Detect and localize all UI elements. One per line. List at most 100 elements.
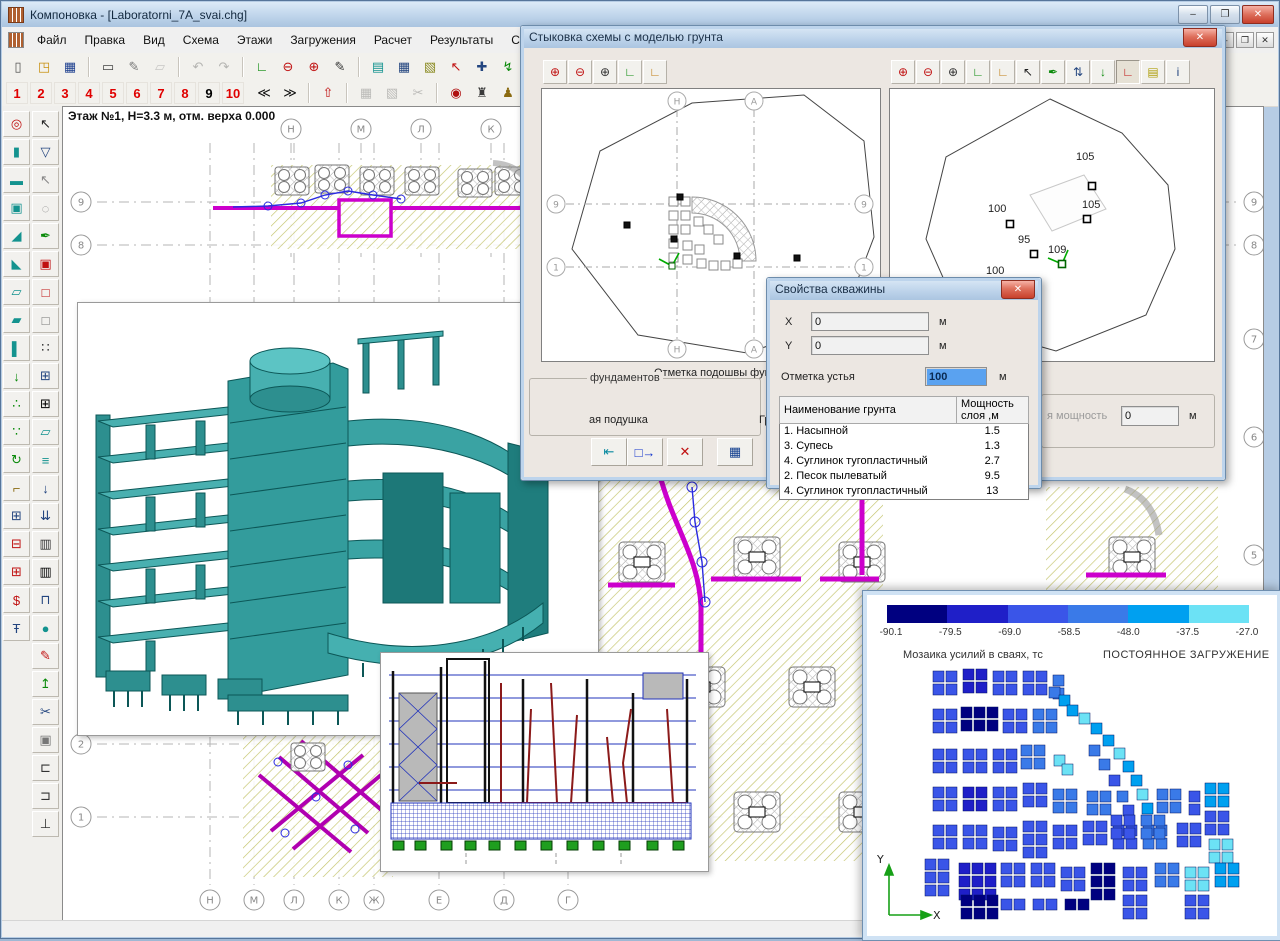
formwork-icon[interactable]: ♜ (470, 81, 494, 105)
four-squares-icon[interactable]: ∷ (32, 335, 59, 361)
lasso-icon[interactable]: ◌ (32, 195, 59, 221)
floor-button[interactable]: 10 (222, 82, 244, 104)
table-results-icon[interactable]: ⊟ (3, 531, 30, 557)
y-field[interactable] (811, 336, 929, 355)
grid-add-icon[interactable]: ▦ (354, 81, 378, 105)
select-icon[interactable]: ↖ (1016, 60, 1040, 84)
zoom-in-icon[interactable]: ⊕ (302, 55, 326, 79)
zoom-extents-icon[interactable]: ⊕ (941, 60, 965, 84)
redo-icon[interactable]: ↷ (212, 55, 236, 79)
pile-forces-window[interactable]: -90.1-79.5-69.0-58.5-48.0-37.5-27.0 Моза… (862, 590, 1280, 941)
swap-icon[interactable]: ⇅ (1066, 60, 1090, 84)
soil-layer-row[interactable]: 1. Насыпной 1.5 (780, 424, 1029, 440)
selected-borehole-point[interactable] (669, 263, 675, 269)
dropper-icon[interactable]: ✒ (32, 223, 59, 249)
portal-icon[interactable]: ⊓ (32, 587, 59, 613)
add-roof-icon[interactable]: ◣ (3, 251, 30, 277)
zoom-out-icon[interactable]: ⊖ (568, 60, 592, 84)
add-group-icon[interactable]: ∴ (3, 391, 30, 417)
clip-region-icon[interactable]: ▧ (418, 55, 442, 79)
menu-item[interactable]: Загружения (281, 29, 365, 51)
floor-button[interactable]: 5 (102, 82, 124, 104)
add-pile-icon[interactable]: ▌ (3, 335, 30, 361)
borehole-point[interactable] (677, 194, 683, 200)
menu-item[interactable]: Правка (76, 29, 135, 51)
borehole-point[interactable] (671, 236, 677, 242)
mdi-close-button[interactable]: ✕ (1256, 32, 1274, 48)
soil-layers-table[interactable]: Наименование грунта Мощность слоя ,м 1. … (779, 396, 1029, 500)
zoom-in-icon[interactable]: ⊕ (543, 60, 567, 84)
maximize-button[interactable]: ❐ (1210, 5, 1240, 24)
soil-layer-row[interactable]: 3. Супесь 1.3 (780, 439, 1029, 454)
add-wall-icon[interactable]: ▱ (3, 279, 30, 305)
storeys-up-icon[interactable]: ⇧ (316, 81, 340, 105)
menu-item[interactable]: Файл (28, 29, 76, 51)
borehole-point[interactable] (734, 253, 740, 259)
floor-button[interactable]: 6 (126, 82, 148, 104)
pile-driver-icon[interactable]: Ŧ (3, 615, 30, 641)
menu-item[interactable]: Результаты (421, 29, 502, 51)
add-select-icon[interactable]: ↖ (32, 167, 59, 193)
rect-filled-icon[interactable]: ▣ (32, 251, 59, 277)
delete-button[interactable]: ✕ (667, 438, 703, 466)
prev-floors-button[interactable]: ≪ (252, 81, 276, 105)
layers-icon[interactable]: ▤ (366, 55, 390, 79)
zoom-out-icon[interactable]: ⊖ (916, 60, 940, 84)
recycle-icon[interactable]: ↻ (3, 447, 30, 473)
arrow-down-icon[interactable]: ↓ (32, 475, 59, 501)
frame-table-icon[interactable]: ⊞ (3, 503, 30, 529)
mdi-restore-button[interactable]: ❐ (1236, 32, 1254, 48)
add-slab-icon[interactable]: ▰ (3, 307, 30, 333)
selection-frame-icon[interactable]: ▭ (96, 55, 120, 79)
menu-item[interactable]: Схема (174, 29, 228, 51)
floor-button[interactable]: 2 (30, 82, 52, 104)
filter-icon[interactable]: ▽ (32, 139, 59, 165)
concrete-lock-icon[interactable]: ◉ (444, 81, 468, 105)
pile-up-icon[interactable]: ↥ (32, 671, 59, 697)
copy-floor-icon[interactable]: ◎ (3, 111, 30, 137)
palette-icon[interactable]: ▤ (1141, 60, 1165, 84)
axes-icon[interactable]: ∟ (250, 55, 274, 79)
borehole-point[interactable] (624, 222, 630, 228)
dialog-close-button[interactable]: ✕ (1183, 28, 1217, 47)
add-ramp-icon[interactable]: ◢ (3, 223, 30, 249)
rect-red-icon[interactable]: □ (32, 279, 59, 305)
mouth-elevation-field[interactable] (925, 367, 987, 386)
menu-item[interactable]: Расчет (365, 29, 421, 51)
floor-button[interactable]: 7 (150, 82, 172, 104)
pan-icon[interactable]: ✚ (470, 55, 494, 79)
elevation-window[interactable] (380, 652, 709, 872)
floor-button[interactable]: 1 (6, 82, 28, 104)
red-pencil-icon[interactable]: ✎ (32, 643, 59, 669)
money-table-icon[interactable]: $ (3, 587, 30, 613)
pencil-icon[interactable]: ✎ (328, 55, 352, 79)
soil-layer-row[interactable]: 4. Суглинок тугопластичный 2.7 (780, 454, 1029, 469)
select-cursor-icon[interactable]: ↖ (32, 111, 59, 137)
close-button[interactable]: ✕ (1242, 5, 1274, 24)
soil-layer-row[interactable]: 4. Суглинок тугопластичный 13 (780, 484, 1029, 500)
borehole-point[interactable] (794, 255, 800, 261)
zoom-out-icon[interactable]: ⊖ (276, 55, 300, 79)
new-file-icon[interactable]: ▯ (6, 55, 30, 79)
grid-cut-icon[interactable]: ✂ (406, 81, 430, 105)
save-ground-button[interactable]: ▦ (717, 438, 753, 466)
pick-cursor-icon[interactable]: ↖ (444, 55, 468, 79)
axes-xy-icon[interactable]: ∟ (618, 60, 642, 84)
polygon-icon[interactable]: ▱ (148, 55, 172, 79)
camera-icon[interactable]: ▣ (32, 727, 59, 753)
grid-edit-icon[interactable]: ▧ (380, 81, 404, 105)
floor-button[interactable]: 8 (174, 82, 196, 104)
well-dialog-titlebar[interactable]: Свойства скважины (767, 278, 1041, 300)
axes-rotate-icon[interactable]: ∟ (991, 60, 1015, 84)
two-plates-icon[interactable]: ▥ (32, 531, 59, 557)
window-grid-dark-icon[interactable]: ⊞ (32, 391, 59, 417)
open-file-icon[interactable]: ◳ (32, 55, 56, 79)
grid-icon[interactable]: ▦ (392, 55, 416, 79)
dialog-titlebar[interactable]: Стыковка схемы с моделью грунта (521, 26, 1225, 48)
well-mode-icon[interactable]: ∟ (1116, 60, 1140, 84)
detach-button[interactable]: ⇤ (591, 438, 627, 466)
down-icon[interactable]: ↓ (1091, 60, 1115, 84)
add-column-icon[interactable]: ▮ (3, 139, 30, 165)
axes-rotate-icon[interactable]: ∟ (643, 60, 667, 84)
add-beam-icon[interactable]: ▬ (3, 167, 30, 193)
